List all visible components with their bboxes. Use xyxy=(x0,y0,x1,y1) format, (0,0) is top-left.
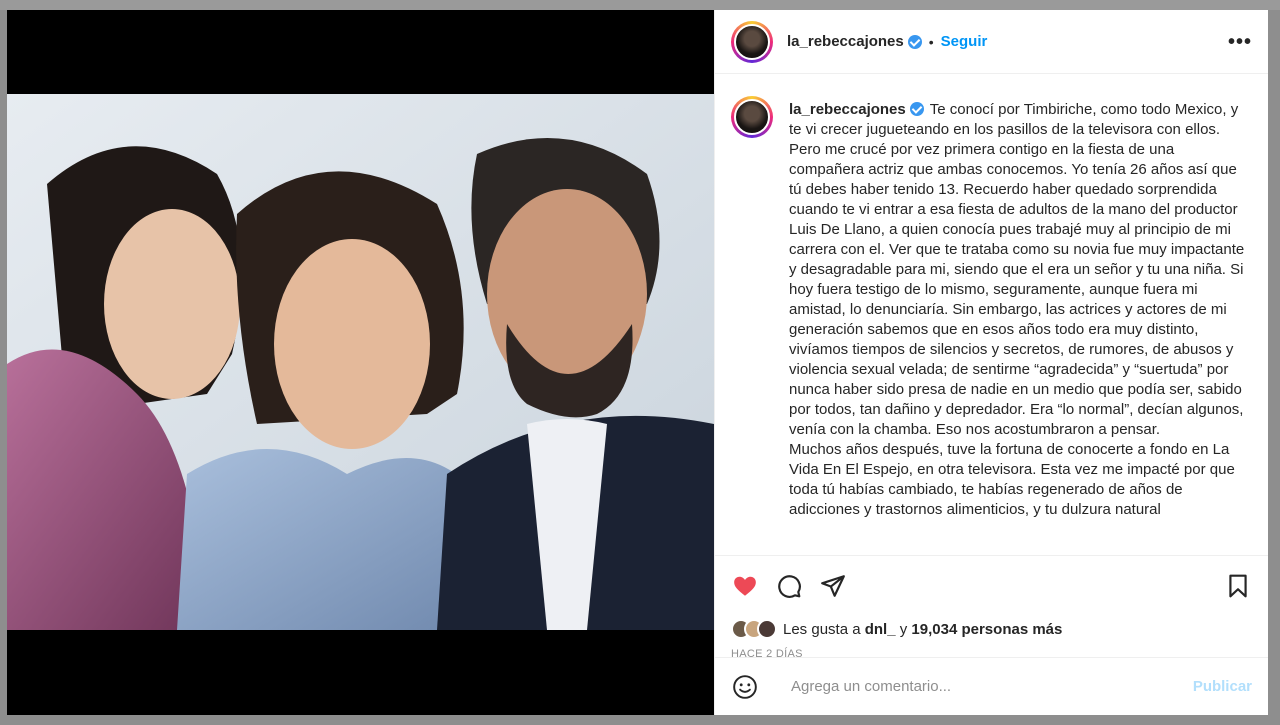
caption: la_rebeccajones Te conocí por Timbiriche,… xyxy=(789,100,1252,555)
likes-first-user[interactable]: dnl_ xyxy=(865,621,896,638)
like-heart-icon[interactable] xyxy=(731,572,759,600)
comment-input[interactable] xyxy=(791,678,1193,695)
caption-verified-icon xyxy=(909,102,924,116)
post-header: la_rebeccajones • Seguir ••• xyxy=(715,10,1268,74)
backdrop xyxy=(0,0,1280,10)
caption-body: Te conocí por Timbiriche, como todo Mexi… xyxy=(789,101,1245,438)
post-photo[interactable] xyxy=(7,94,714,630)
follow-button[interactable]: Seguir xyxy=(941,33,988,50)
caption-area: la_rebeccajones Te conocí por Timbiriche,… xyxy=(715,74,1268,555)
save-bookmark-icon[interactable] xyxy=(1224,572,1252,600)
likes-connector: y xyxy=(899,620,908,638)
likes-summary: Les gusta a dnl_ y 19,034 personas más xyxy=(731,616,1252,642)
likes-count-link[interactable]: 19,034 personas más xyxy=(911,621,1062,638)
verified-badge-icon xyxy=(907,34,922,49)
publish-button[interactable]: Publicar xyxy=(1193,678,1252,695)
liker-avatars[interactable] xyxy=(731,619,777,639)
share-icon[interactable] xyxy=(819,572,847,600)
comment-icon[interactable] xyxy=(775,572,803,600)
photo-illustration xyxy=(7,94,714,630)
caption-body-2: Muchos años después, tuve la fortuna de … xyxy=(789,441,1235,518)
caption-avatar[interactable] xyxy=(731,96,773,138)
post-panel: la_rebeccajones • Seguir ••• la_rebeccaj… xyxy=(714,10,1268,715)
liker-avatar xyxy=(757,619,777,639)
post-media xyxy=(7,10,714,715)
caption-username[interactable]: la_rebeccajones xyxy=(789,101,906,118)
more-options-icon[interactable]: ••• xyxy=(1228,32,1252,52)
post-actions: Les gusta a dnl_ y 19,034 personas más H… xyxy=(715,555,1268,715)
action-icons xyxy=(731,556,1252,616)
emoji-icon[interactable] xyxy=(731,673,759,701)
author-avatar[interactable] xyxy=(731,20,773,63)
separator-dot: • xyxy=(928,33,934,50)
comment-box: Publicar xyxy=(715,657,1268,715)
likes-prefix: Les gusta a xyxy=(783,620,861,638)
author-username[interactable]: la_rebeccajones xyxy=(787,33,904,50)
post-modal: la_rebeccajones • Seguir ••• la_rebeccaj… xyxy=(7,10,1268,715)
